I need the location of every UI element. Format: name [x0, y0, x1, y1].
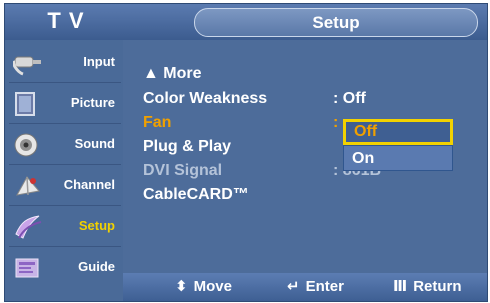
enter-hint: ↵ Enter — [287, 273, 344, 301]
setup-icon — [15, 215, 42, 239]
guide-icon — [15, 258, 39, 278]
tv-label: T V — [47, 8, 85, 33]
menu-item-label: Plug & Play — [143, 138, 232, 155]
sidebar-item-label: Guide — [78, 259, 115, 274]
sidebar-item-label: Picture — [70, 95, 115, 110]
enter-hint-label: Enter — [305, 278, 344, 295]
sidebar-item-sound[interactable]: Sound — [9, 126, 121, 165]
osd-header: T V Setup — [5, 4, 487, 40]
move-hint: ⬍ Move — [175, 273, 232, 301]
menu-item-label: Fan — [143, 114, 172, 131]
return-hint: Ⅲ Return — [393, 273, 462, 301]
tv-osd-window: T V Setup Input Picture Sound Channel Se… — [4, 3, 488, 302]
sidebar-item-setup[interactable]: Setup — [9, 208, 121, 247]
page-title: Setup — [194, 8, 478, 37]
sidebar-item-input[interactable]: Input — [9, 44, 121, 83]
menu-item-value: : — [333, 114, 339, 131]
sidebar-item-label: Sound — [74, 136, 115, 151]
sidebar-item-label: Input — [83, 54, 115, 69]
input-cable-icon — [13, 56, 41, 76]
sidebar-item-channel[interactable]: Channel — [9, 167, 121, 206]
more-item[interactable]: ▲ More — [143, 62, 202, 86]
footer-hints: ⬍ Move ↵ Enter Ⅲ Return — [123, 273, 487, 301]
sidebar: Input Picture Sound Channel Setup Guide — [5, 40, 123, 301]
fan-dropdown[interactable]: Off On — [343, 119, 453, 171]
menu-item-color-weakness[interactable]: Color Weakness : Off — [143, 87, 473, 111]
speaker-icon — [14, 133, 38, 157]
enter-icon: ↵ — [287, 278, 300, 295]
return-hint-label: Return — [413, 278, 462, 295]
menu-item-label: CableCARD™ — [143, 186, 249, 203]
satellite-icon — [16, 176, 40, 196]
sidebar-item-label: Setup — [78, 218, 115, 233]
dropdown-option-off[interactable]: Off — [343, 119, 453, 145]
return-icon: Ⅲ — [393, 278, 408, 295]
sidebar-item-picture[interactable]: Picture — [9, 85, 121, 124]
menu-item-label: DVI Signal — [143, 162, 223, 179]
dropdown-option-on[interactable]: On — [343, 145, 453, 171]
menu-item-cablecard[interactable]: CableCARD™ — [143, 183, 473, 207]
move-hint-label: Move — [193, 278, 232, 295]
sidebar-item-guide[interactable]: Guide — [9, 249, 121, 287]
menu-item-label: Color Weakness — [143, 90, 268, 107]
sidebar-item-label: Channel — [63, 177, 115, 192]
menu-item-value: : Off — [333, 90, 366, 107]
up-down-arrow-icon: ⬍ — [175, 278, 188, 295]
picture-icon — [15, 92, 35, 116]
